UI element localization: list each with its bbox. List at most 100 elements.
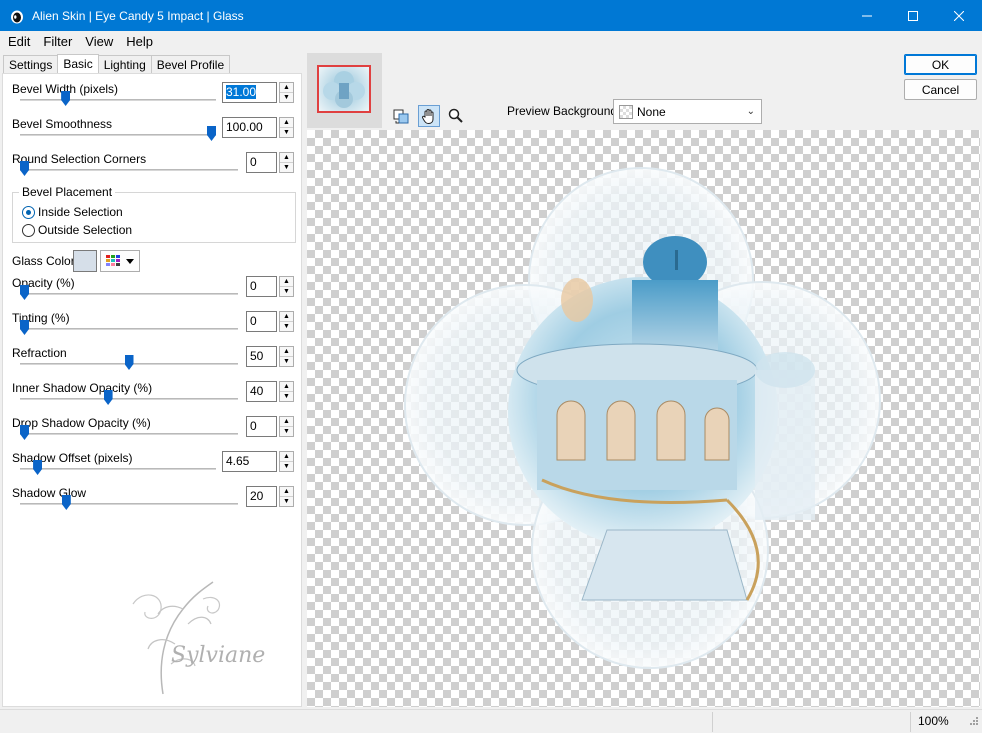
bevel-width-input[interactable]: 31.00 [222,82,277,103]
tinting-input[interactable]: 0 [246,311,277,332]
bevel-width-slider[interactable] [61,91,71,106]
tinting-control: Tinting (%) 0 ▲ ▼ [3,311,303,346]
glass-color-swatch[interactable] [73,250,97,272]
inner-shadow-input[interactable]: 40 [246,381,277,402]
spin-down-icon[interactable]: ▼ [280,392,293,401]
tab-settings[interactable]: Settings [3,55,59,73]
opacity-control: Opacity (%) 0 ▲ ▼ [3,276,303,311]
spin-up-icon[interactable]: ▲ [280,417,293,427]
round-corners-arrows[interactable]: ▲ ▼ [279,152,294,173]
refraction-input[interactable]: 50 [246,346,277,367]
spin-up-icon[interactable]: ▲ [280,277,293,287]
navigator-thumbnail[interactable] [307,53,382,128]
preview-background-value: None [637,104,666,119]
spin-up-icon[interactable]: ▲ [280,452,293,462]
thumbnail-image [323,71,365,108]
close-button[interactable] [936,0,982,31]
spin-up-icon[interactable]: ▲ [280,347,293,357]
preview-canvas[interactable] [307,130,980,707]
drop-shadow-arrows[interactable]: ▲ ▼ [279,416,294,437]
bevel-smoothness-track[interactable] [20,134,216,136]
round-corners-slider[interactable] [20,161,29,176]
spin-up-icon[interactable]: ▲ [280,118,293,128]
spin-down-icon[interactable]: ▼ [280,357,293,366]
watermark-text: Sylviane [171,643,265,668]
inside-selection-radio[interactable]: Inside Selection [22,205,123,219]
tinting-slider[interactable] [20,320,29,335]
spin-up-icon[interactable]: ▲ [280,83,293,93]
bevel-smoothness-input[interactable]: 100.00 [222,117,277,138]
basic-panel: Bevel Width (pixels) 31.00 ▲ ▼ Bevel Smoo… [2,73,302,707]
minimize-icon [862,15,872,16]
zoom-tool-button[interactable] [445,105,467,127]
bevel-smoothness-slider[interactable] [207,126,216,141]
window-title: Alien Skin | Eye Candy 5 Impact | Glass [32,8,244,23]
shadow-glow-arrows[interactable]: ▲ ▼ [279,486,294,507]
outside-selection-radio[interactable]: Outside Selection [22,223,132,237]
drop-shadow-slider[interactable] [20,425,29,440]
preview-background-label: Preview Background: [507,104,621,118]
opacity-track[interactable] [20,293,238,295]
spin-down-icon[interactable]: ▼ [280,128,293,137]
inner-shadow-slider[interactable] [103,390,113,405]
spin-down-icon[interactable]: ▼ [280,93,293,102]
tinting-track[interactable] [20,328,238,330]
bevel-smoothness-control: Bevel Smoothness 100.00 ▲ ▼ [3,117,303,152]
resize-grip-icon[interactable] [967,716,979,728]
bevel-placement-title: Bevel Placement [19,185,116,199]
shadow-glow-slider[interactable] [61,495,71,510]
menu-edit[interactable]: Edit [0,34,35,49]
bevel-width-control: Bevel Width (pixels) 31.00 ▲ ▼ [3,82,303,117]
spin-up-icon[interactable]: ▲ [280,153,293,163]
preview-background-dropdown[interactable]: None ⌄ [613,99,762,124]
tab-lighting[interactable]: Lighting [97,55,152,73]
color-palette-button[interactable] [100,250,140,272]
spin-down-icon[interactable]: ▼ [280,287,293,296]
round-corners-input[interactable]: 0 [246,152,277,173]
spin-down-icon[interactable]: ▼ [280,322,293,331]
opacity-input[interactable]: 0 [246,276,277,297]
shadow-offset-spinner: 4.65 ▲ ▼ [222,451,294,472]
menu-help[interactable]: Help [118,34,158,49]
spin-up-icon[interactable]: ▲ [280,487,293,497]
menu-filter[interactable]: Filter [35,34,77,49]
spin-down-icon[interactable]: ▼ [280,163,293,172]
refraction-arrows[interactable]: ▲ ▼ [279,346,294,367]
menu-view[interactable]: View [77,34,118,49]
ok-button[interactable]: OK [904,54,977,75]
compare-tool-button[interactable] [390,105,412,127]
tab-basic[interactable]: Basic [57,54,99,73]
shadow-glow-track[interactable] [20,503,238,505]
maximize-button[interactable] [890,0,936,31]
tab-bevel-profile[interactable]: Bevel Profile [150,55,231,73]
bevel-smoothness-arrows[interactable]: ▲ ▼ [279,117,294,138]
inner-shadow-spinner: 40 ▲ ▼ [246,381,294,402]
bevel-width-track[interactable] [20,99,216,101]
spin-up-icon[interactable]: ▲ [280,312,293,322]
shadow-offset-input[interactable]: 4.65 [222,451,277,472]
spin-up-icon[interactable]: ▲ [280,382,293,392]
refraction-slider[interactable] [124,355,134,370]
round-corners-track[interactable] [20,169,238,171]
spin-down-icon[interactable]: ▼ [280,427,293,436]
navigator-viewport[interactable] [317,65,371,113]
opacity-arrows[interactable]: ▲ ▼ [279,276,294,297]
bevel-width-arrows[interactable]: ▲ ▼ [279,82,294,103]
cancel-button[interactable]: Cancel [904,79,977,100]
round-corners-control: Round Selection Corners 0 ▲ ▼ [3,152,303,187]
shadow-offset-arrows[interactable]: ▲ ▼ [279,451,294,472]
minimize-button[interactable] [844,0,890,31]
shadow-glow-input[interactable]: 20 [246,486,277,507]
shadow-offset-track[interactable] [20,468,216,470]
bevel-smoothness-label: Bevel Smoothness [12,117,113,131]
spin-down-icon[interactable]: ▼ [280,497,293,506]
shadow-offset-slider[interactable] [33,460,43,475]
inner-shadow-track[interactable] [20,398,238,400]
drop-shadow-track[interactable] [20,433,238,435]
tinting-arrows[interactable]: ▲ ▼ [279,311,294,332]
hand-tool-button[interactable] [418,105,440,127]
inner-shadow-arrows[interactable]: ▲ ▼ [279,381,294,402]
spin-down-icon[interactable]: ▼ [280,462,293,471]
drop-shadow-input[interactable]: 0 [246,416,277,437]
opacity-slider[interactable] [20,285,29,300]
